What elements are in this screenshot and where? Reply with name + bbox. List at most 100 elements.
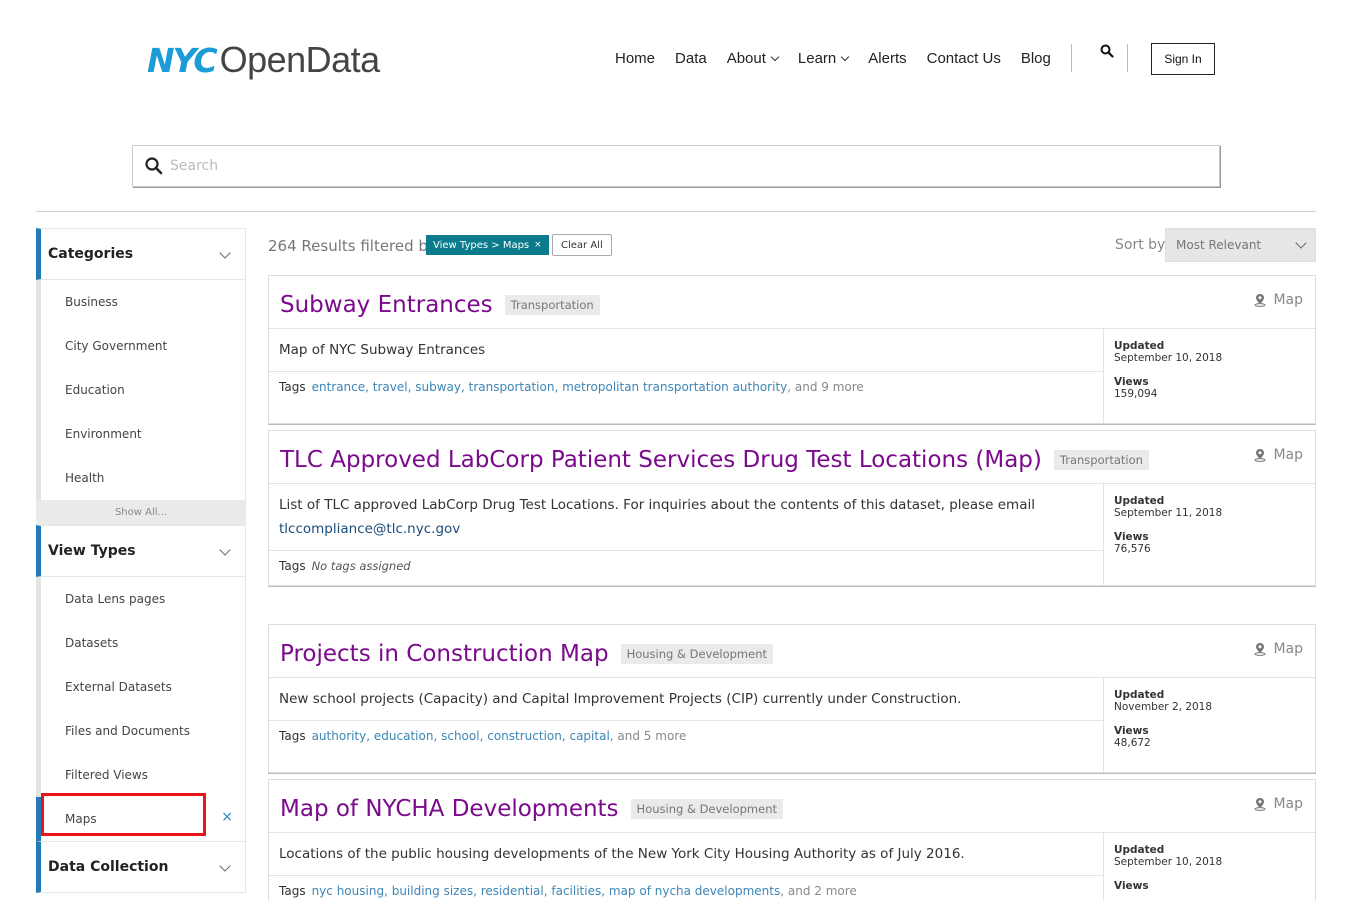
chevron-down-icon [219, 860, 231, 872]
result-main: Map of NYC Subway Entrances Tags entrance… [269, 329, 1104, 423]
tag-link[interactable]: education [374, 729, 434, 743]
categories-list: Business City Government Education Envir… [36, 280, 246, 500]
updated-date: September 11, 2018 [1114, 507, 1223, 519]
view-type-indicator: Map [1254, 292, 1303, 308]
categories-title: Categories [48, 246, 134, 262]
category-item-environment[interactable]: Environment [41, 412, 245, 456]
view-type-label: Map [1273, 292, 1303, 308]
category-badge[interactable]: Transportation [1053, 449, 1149, 470]
tags-label: Tags [279, 729, 306, 743]
result-description: New school projects (Capacity) and Capit… [269, 678, 1103, 721]
tag-link[interactable]: metropolitan transportation authority [562, 380, 787, 394]
map-pin-icon [1254, 798, 1266, 811]
nav-alerts[interactable]: Alerts [868, 50, 906, 67]
chevron-down-icon [770, 52, 780, 61]
chevron-down-icon [841, 52, 850, 61]
view-type-item-filtered-views[interactable]: Filtered Views [41, 753, 245, 797]
categories-header[interactable]: Categories [36, 228, 246, 280]
tag-link[interactable]: residential [481, 884, 544, 898]
result-metadata: Updated September 11, 2018 Views 76,576 [1104, 484, 1315, 585]
main-nav: Home Data About Learn Alerts Contact Us … [605, 44, 1072, 72]
sign-in-button[interactable]: Sign In [1151, 43, 1215, 75]
category-badge[interactable]: Housing & Development [620, 643, 774, 664]
category-badge[interactable]: Transportation [504, 294, 600, 315]
tag-link[interactable]: construction [487, 729, 562, 743]
more-tags-text: , and 9 more [787, 380, 864, 394]
tag-link[interactable]: school [441, 729, 479, 743]
nav-learn-label: Learn [797, 49, 837, 67]
nyc-opendata-logo[interactable]: NYC OpenData [147, 39, 380, 80]
email-link[interactable]: tlccompliance@tlc.nyc.gov [279, 521, 460, 537]
sort-select[interactable]: Most Relevant [1165, 228, 1316, 262]
result-metadata: Updated September 10, 2018 Views 159,094 [1104, 329, 1315, 423]
remove-filter-icon[interactable]: × [221, 809, 233, 825]
category-item-business[interactable]: Business [41, 280, 245, 324]
result-title-link[interactable]: Subway Entrances [280, 292, 493, 318]
result-title-link[interactable]: Map of NYCHA Developments [280, 796, 619, 822]
logo-nyc-text: NYC [147, 40, 218, 80]
search-icon [145, 157, 163, 175]
data-collection-header[interactable]: Data Collection [36, 841, 246, 893]
description-text: List of TLC approved LabCorp Drug Test L… [279, 497, 1035, 513]
close-icon[interactable]: × [534, 240, 542, 250]
nav-home[interactable]: Home [615, 50, 655, 67]
result-body: List of TLC approved LabCorp Drug Test L… [269, 484, 1315, 585]
clear-all-button[interactable]: Clear All [552, 234, 612, 256]
map-pin-icon [1254, 294, 1266, 307]
category-badge[interactable]: Housing & Development [630, 798, 783, 819]
result-main: New school projects (Capacity) and Capit… [269, 678, 1104, 772]
category-item-city-government[interactable]: City Government [41, 324, 245, 368]
search-icon[interactable] [1100, 44, 1114, 58]
tag-link[interactable]: capital [569, 729, 609, 743]
updated-label: Updated [1114, 495, 1165, 507]
tag-link[interactable]: facilities [551, 884, 601, 898]
data-collection-title: Data Collection [48, 859, 169, 875]
view-type-indicator: Map [1254, 641, 1303, 657]
show-all-categories-link[interactable]: Show All... [36, 500, 246, 525]
updated-label: Updated [1114, 689, 1165, 701]
tag-link[interactable]: authority [312, 729, 367, 743]
tag-link[interactable]: map of nycha developments [609, 884, 780, 898]
nav-about[interactable]: About [727, 50, 780, 67]
result-title-link[interactable]: Projects in Construction Map [280, 641, 609, 667]
views-count: 76,576 [1114, 543, 1151, 555]
view-type-item-datasets[interactable]: Datasets [41, 621, 245, 665]
view-types-header[interactable]: View Types [36, 525, 246, 577]
result-tags: Tags authority, education, school, constr… [279, 729, 687, 743]
result-title-row: Map of NYCHA Developments Housing & Devel… [269, 780, 1315, 833]
view-type-item-data-lens[interactable]: Data Lens pages [41, 577, 245, 621]
tag-link[interactable]: building sizes [392, 884, 473, 898]
result-main: Locations of the public housing developm… [269, 833, 1104, 901]
result-card: Subway Entrances Transportation Map Map o… [268, 275, 1316, 424]
tag-link[interactable]: subway [415, 380, 461, 394]
active-filter-tag[interactable]: View Types > Maps × [426, 235, 549, 255]
view-type-item-external-datasets[interactable]: External Datasets [41, 665, 245, 709]
tags-label: Tags [279, 380, 306, 394]
nav-learn[interactable]: Learn [797, 49, 850, 67]
category-item-education[interactable]: Education [41, 368, 245, 412]
views-label: Views [1114, 725, 1149, 737]
view-type-label: Map [1273, 796, 1303, 812]
tag-link[interactable]: entrance [312, 380, 366, 394]
nav-data[interactable]: Data [675, 50, 707, 67]
tag-link[interactable]: transportation [469, 380, 555, 394]
view-type-item-files-documents[interactable]: Files and Documents [41, 709, 245, 753]
tag-link[interactable]: travel [373, 380, 408, 394]
result-title-link[interactable]: TLC Approved LabCorp Patient Services Dr… [280, 447, 1042, 473]
view-type-indicator: Map [1254, 796, 1303, 812]
views-label: Views [1114, 880, 1149, 892]
result-description: List of TLC approved LabCorp Drug Test L… [269, 484, 1103, 551]
result-metadata: Updated November 2, 2018 Views 48,672 [1104, 678, 1315, 772]
tag-link[interactable]: nyc housing [312, 884, 384, 898]
nav-contact-us[interactable]: Contact Us [927, 50, 1001, 67]
search-bar[interactable] [132, 145, 1220, 187]
nav-data-label: Data [675, 49, 707, 67]
search-input[interactable] [170, 158, 1070, 174]
category-item-health[interactable]: Health [41, 456, 245, 500]
view-type-label: Map [1273, 447, 1303, 463]
description-text: New school projects (Capacity) and Capit… [279, 691, 962, 707]
view-types-title: View Types [48, 543, 136, 559]
nav-alerts-label: Alerts [868, 49, 907, 67]
sort-select-value: Most Relevant [1176, 238, 1262, 252]
nav-blog[interactable]: Blog [1021, 50, 1051, 67]
